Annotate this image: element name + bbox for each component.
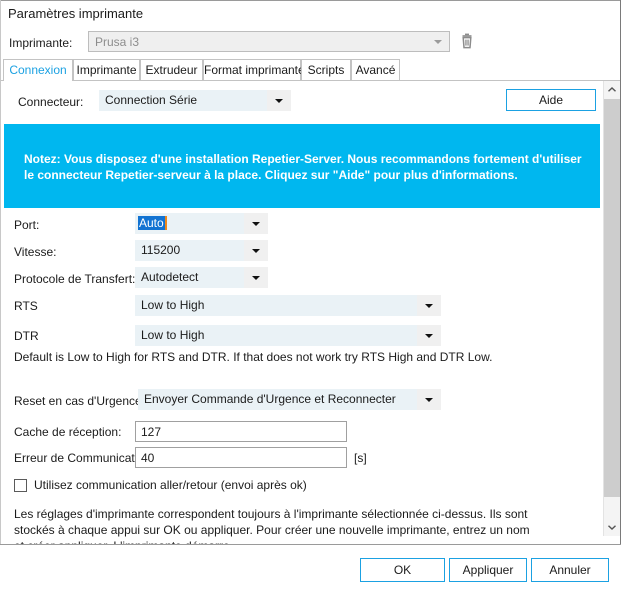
protocole-select[interactable]: Autodetect	[135, 267, 268, 288]
protocole-select-button[interactable]	[244, 267, 268, 288]
aller-retour-checkbox[interactable]	[14, 479, 27, 492]
vertical-scrollbar[interactable]	[603, 81, 620, 536]
rts-select-field: Low to High	[135, 295, 417, 316]
delete-printer-button[interactable]	[456, 31, 478, 53]
dtr-label: DTR	[14, 329, 39, 343]
apply-button[interactable]: Appliquer	[449, 558, 527, 582]
chevron-down-icon	[252, 222, 260, 226]
protocole-select-value: Autodetect	[141, 270, 199, 284]
tab-scripts[interactable]: Scripts	[301, 59, 351, 81]
vitesse-select-button[interactable]	[244, 240, 268, 261]
connector-label: Connecteur:	[18, 95, 84, 109]
window-left-edge	[0, 0, 1, 545]
cancel-button[interactable]: Annuler	[531, 558, 609, 582]
vitesse-select-field: 115200	[135, 240, 244, 261]
rts-select[interactable]: Low to High	[135, 295, 441, 316]
connector-select[interactable]: Connection Série	[99, 90, 291, 111]
tab-bar: Connexion Imprimante Extrudeur Format im…	[1, 59, 620, 82]
scroll-down-button[interactable]	[604, 519, 620, 536]
reset-urgence-select-button[interactable]	[417, 389, 441, 410]
outer-right-margin	[621, 0, 630, 596]
chevron-down-icon	[608, 525, 616, 530]
chevron-down-icon	[425, 334, 433, 338]
erreur-comm-label: Erreur de Communication:	[14, 451, 155, 465]
aller-retour-label: Utilisez communication aller/retour (env…	[34, 478, 307, 492]
port-select-button[interactable]	[244, 213, 268, 234]
trash-icon	[462, 33, 472, 49]
scroll-up-button[interactable]	[604, 81, 620, 98]
printer-select[interactable]: Prusa i3	[88, 31, 450, 52]
cache-reception-value: 127	[141, 425, 162, 439]
connector-select-field: Connection Série	[99, 90, 267, 111]
dtr-select-button[interactable]	[417, 325, 441, 346]
chevron-down-icon	[252, 249, 260, 253]
vitesse-select-value: 115200	[141, 243, 181, 257]
tab-underline	[1, 80, 620, 81]
tab-connexion[interactable]: Connexion	[3, 59, 73, 82]
port-select-field: Auto	[135, 213, 244, 234]
chevron-up-icon	[608, 87, 616, 92]
port-select-value: Auto	[138, 216, 167, 230]
protocole-label: Protocole de Transfert:	[14, 272, 136, 286]
printer-label: Imprimante:	[9, 36, 73, 50]
scrollbar-thumb[interactable]	[604, 99, 620, 497]
page-title: Paramètres imprimante	[8, 6, 144, 21]
vitesse-label: Vitesse:	[14, 245, 57, 259]
cache-reception-input[interactable]: 127	[135, 421, 347, 442]
reset-urgence-select-value: Envoyer Commande d'Urgence et Reconnecte…	[144, 392, 396, 406]
erreur-comm-value: 40	[141, 451, 155, 465]
chevron-down-icon	[252, 276, 260, 280]
reset-urgence-select[interactable]: Envoyer Commande d'Urgence et Reconnecte…	[138, 389, 441, 410]
chevron-down-icon	[425, 398, 433, 402]
port-select[interactable]: Auto	[135, 213, 268, 234]
dtr-select[interactable]: Low to High	[135, 325, 441, 346]
chevron-down-icon	[434, 40, 442, 44]
erreur-comm-input[interactable]: 40	[135, 447, 347, 468]
rts-select-value: Low to High	[141, 298, 205, 312]
notice-banner: Notez: Vous disposez d'une installation …	[4, 124, 600, 208]
tab-format-imprimante[interactable]: Format imprimante	[203, 59, 305, 81]
chevron-down-icon	[425, 304, 433, 308]
protocole-select-field: Autodetect	[135, 267, 244, 288]
reset-urgence-label: Reset en cas d'Urgence	[14, 394, 142, 408]
chevron-down-icon	[275, 99, 283, 103]
tab-extrudeur[interactable]: Extrudeur	[140, 59, 203, 81]
connector-select-value: Connection Série	[105, 93, 198, 107]
vitesse-select[interactable]: 115200	[135, 240, 268, 261]
connector-select-button[interactable]	[267, 90, 291, 111]
window-top-edge	[0, 0, 630, 2]
help-button[interactable]: Aide	[506, 89, 596, 111]
cache-reception-label: Cache de réception:	[14, 425, 122, 439]
rts-dtr-hint: Default is Low to High for RTS and DTR. …	[14, 350, 493, 364]
tab-imprimante[interactable]: Imprimante	[73, 59, 140, 81]
rts-select-button[interactable]	[417, 295, 441, 316]
dtr-select-value: Low to High	[141, 328, 205, 342]
rts-label: RTS	[14, 299, 38, 313]
port-label: Port:	[14, 218, 40, 232]
printer-select-value: Prusa i3	[95, 35, 140, 49]
notice-text: Notez: Vous disposez d'une installation …	[24, 152, 582, 182]
tab-avance[interactable]: Avancé	[351, 59, 400, 81]
ok-button[interactable]: OK	[360, 558, 445, 582]
printer-settings-dialog: Paramètres imprimante Imprimante: Prusa …	[0, 0, 630, 596]
dialog-button-bar: OK Appliquer Annuler	[0, 545, 630, 596]
port-select-value-wrap: Auto	[138, 216, 167, 230]
erreur-comm-unit: [s]	[354, 451, 367, 465]
dtr-select-field: Low to High	[135, 325, 417, 346]
reset-urgence-select-field: Envoyer Commande d'Urgence et Reconnecte…	[138, 389, 417, 410]
